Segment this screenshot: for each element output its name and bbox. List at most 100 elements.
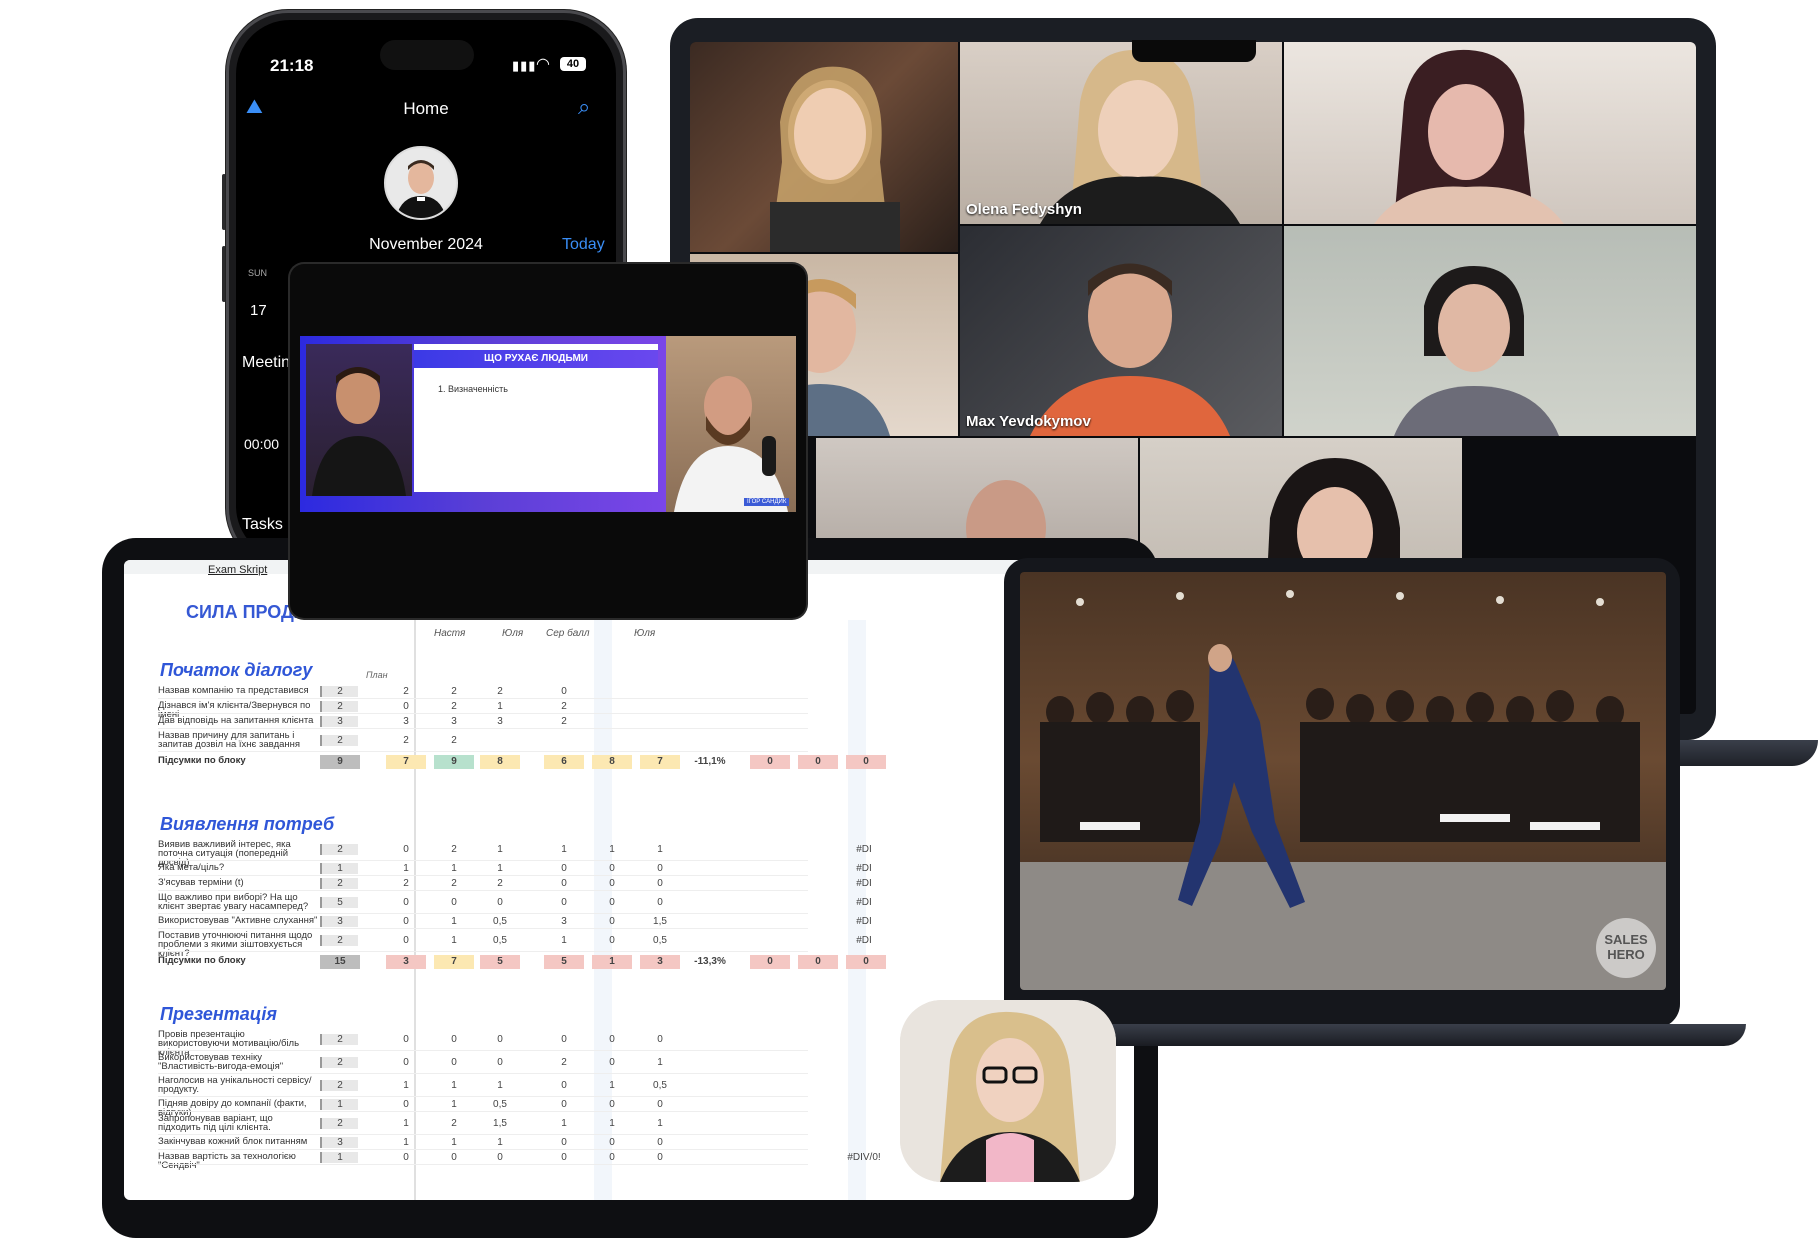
table-cell[interactable]: 0 xyxy=(434,1152,474,1163)
table-cell[interactable]: 1 xyxy=(592,1080,632,1091)
table-cell[interactable]: 0 xyxy=(434,897,474,908)
table-cell[interactable]: 1 xyxy=(480,844,520,855)
table-cell[interactable]: 1 xyxy=(480,1137,520,1148)
participant-tile[interactable] xyxy=(690,42,958,252)
table-cell[interactable]: 0 xyxy=(592,1152,632,1163)
table-cell[interactable]: 1 xyxy=(320,1152,358,1163)
tasks-label[interactable]: Tasks xyxy=(242,516,283,534)
table-cell[interactable]: 0 xyxy=(544,686,584,697)
table-cell[interactable]: 0 xyxy=(640,1099,680,1110)
table-cell[interactable]: 0 xyxy=(480,897,520,908)
participant-tile[interactable] xyxy=(1284,42,1696,224)
table-cell[interactable]: 1 xyxy=(480,1080,520,1091)
table-cell[interactable]: #DI xyxy=(844,897,884,908)
table-cell[interactable]: 0 xyxy=(640,897,680,908)
table-row[interactable]: З'ясував терміни (t) 2 2 2 2 0 0 0 #DI xyxy=(124,876,1134,891)
table-cell[interactable]: 3 xyxy=(480,716,520,727)
table-cell[interactable]: 0 xyxy=(640,1152,680,1163)
table-cell[interactable]: 0 xyxy=(386,1034,426,1045)
table-cell[interactable]: 2 xyxy=(320,735,358,746)
table-cell[interactable]: 0 xyxy=(544,863,584,874)
table-cell[interactable]: 0 xyxy=(640,863,680,874)
avatar[interactable] xyxy=(384,146,458,220)
table-cell[interactable]: 0 xyxy=(544,1080,584,1091)
table-cell[interactable]: 2 xyxy=(386,735,426,746)
table-cell[interactable]: #DI xyxy=(844,878,884,889)
presenter-webcam-bubble[interactable] xyxy=(900,1000,1116,1182)
table-cell[interactable]: 2 xyxy=(386,878,426,889)
participant-tile[interactable]: Olena Fedyshyn xyxy=(960,42,1282,224)
table-cell[interactable]: 1 xyxy=(434,1137,474,1148)
table-cell[interactable]: 2 xyxy=(320,1034,358,1045)
table-cell[interactable]: 1 xyxy=(640,844,680,855)
table-cell[interactable]: 0 xyxy=(544,1034,584,1045)
table-row[interactable]: Дав відповідь на запитання клієнта 3 3 3 3 2 xyxy=(124,714,1134,729)
table-cell[interactable]: 1 xyxy=(434,1080,474,1091)
table-cell[interactable]: 0 xyxy=(640,1034,680,1045)
table-row[interactable]: Назвав компанію та представився 2 2 2 2 0 xyxy=(124,684,1134,699)
table-cell[interactable]: 2 xyxy=(434,735,474,746)
table-cell[interactable]: 0 xyxy=(544,1099,584,1110)
table-cell[interactable]: 1 xyxy=(640,1057,680,1068)
table-cell[interactable]: 1 xyxy=(480,863,520,874)
table-cell[interactable]: 2 xyxy=(434,844,474,855)
table-cell[interactable]: #DI xyxy=(844,844,884,855)
table-cell[interactable]: 1,5 xyxy=(640,916,680,927)
table-cell[interactable]: 0 xyxy=(386,1099,426,1110)
table-cell[interactable]: 1 xyxy=(320,863,358,874)
table-cell[interactable]: 0 xyxy=(386,935,426,946)
table-row[interactable]: Що важливо при виборі? На що клієнт звер… xyxy=(124,891,1134,914)
table-cell[interactable]: 1 xyxy=(386,1118,426,1129)
table-cell[interactable]: 0 xyxy=(480,1034,520,1045)
table-cell[interactable]: 0 xyxy=(640,878,680,889)
table-cell[interactable]: #DI xyxy=(844,935,884,946)
table-cell[interactable]: #DIV/0! xyxy=(844,1152,884,1163)
table-cell[interactable]: 2 xyxy=(480,878,520,889)
table-cell[interactable]: 0 xyxy=(386,916,426,927)
table-cell[interactable]: 1 xyxy=(320,1099,358,1110)
table-row[interactable]: Використовував "Активне слухання" 3 0 1 0,5 3… xyxy=(124,914,1134,929)
table-cell[interactable]: 1 xyxy=(434,1099,474,1110)
table-cell[interactable]: 0 xyxy=(480,1057,520,1068)
table-cell[interactable]: 1 xyxy=(434,916,474,927)
table-cell[interactable]: 2 xyxy=(320,878,358,889)
video-lesson-window[interactable]: ЩО РУХАЄ ЛЮДЬМИ 1. Визначенність ІГОР СА… xyxy=(290,264,806,618)
table-cell[interactable]: 1 xyxy=(386,863,426,874)
meeting-label[interactable]: Meetin xyxy=(242,354,290,372)
table-cell[interactable]: 0 xyxy=(544,878,584,889)
table-cell[interactable]: 1 xyxy=(386,1080,426,1091)
table-cell[interactable]: 1 xyxy=(544,935,584,946)
participant-tile[interactable] xyxy=(1284,226,1696,436)
table-cell[interactable]: 1 xyxy=(434,863,474,874)
table-cell[interactable]: 5 xyxy=(320,897,358,908)
table-cell[interactable]: 1 xyxy=(640,1118,680,1129)
table-cell[interactable]: 1 xyxy=(544,1118,584,1129)
table-cell[interactable]: 2 xyxy=(320,686,358,697)
today-button[interactable]: Today xyxy=(562,236,605,254)
table-cell[interactable]: 3 xyxy=(320,1137,358,1148)
table-cell[interactable]: 0 xyxy=(544,1137,584,1148)
table-row[interactable]: Яка мета/ціль? 1 1 1 1 0 0 0 #DI xyxy=(124,861,1134,876)
table-cell[interactable]: 2 xyxy=(434,701,474,712)
table-cell[interactable]: 3 xyxy=(320,716,358,727)
table-cell[interactable]: 3 xyxy=(386,716,426,727)
table-cell[interactable]: 0 xyxy=(544,1152,584,1163)
table-cell[interactable]: 0 xyxy=(544,897,584,908)
table-cell[interactable]: 0 xyxy=(386,844,426,855)
table-cell[interactable]: 0 xyxy=(592,1034,632,1045)
table-cell[interactable]: 2 xyxy=(320,701,358,712)
table-cell[interactable]: 2 xyxy=(544,1057,584,1068)
table-cell[interactable]: 0 xyxy=(434,1057,474,1068)
table-cell[interactable]: 1 xyxy=(480,701,520,712)
table-cell[interactable]: 0 xyxy=(592,935,632,946)
table-cell[interactable]: 2 xyxy=(320,935,358,946)
table-cell[interactable]: 2 xyxy=(480,686,520,697)
table-cell[interactable]: #DI xyxy=(844,916,884,927)
table-cell[interactable]: 0 xyxy=(386,1057,426,1068)
table-cell[interactable]: 0 xyxy=(592,878,632,889)
table-cell[interactable]: 2 xyxy=(386,686,426,697)
table-cell[interactable]: 3 xyxy=(434,716,474,727)
table-cell[interactable]: 1 xyxy=(386,1137,426,1148)
table-cell[interactable]: 1 xyxy=(434,935,474,946)
table-row[interactable]: Виявив важливий інтерес, яка поточна сит… xyxy=(124,838,1134,867)
